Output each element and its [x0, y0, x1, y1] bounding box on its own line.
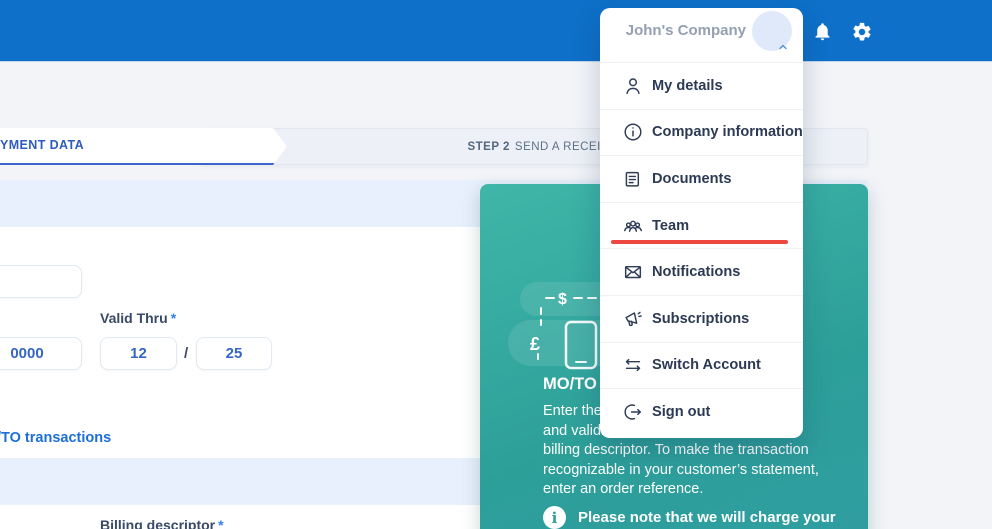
valid-thru-month-input[interactable]: 12 [100, 337, 177, 370]
dollar-symbol: $ [558, 291, 567, 308]
bell-icon[interactable] [812, 21, 833, 42]
documents-icon [622, 168, 644, 190]
billing-descriptor-label: Billing descriptor* [100, 517, 224, 529]
valid-thru-year-input[interactable]: 25 [196, 337, 272, 370]
team-icon [622, 215, 644, 237]
team-underline-annotation [611, 240, 788, 244]
person-icon [622, 75, 644, 97]
switch-arrows-icon [622, 354, 644, 376]
menu-item-my-details[interactable]: My details [600, 63, 803, 110]
header-bar [0, 0, 992, 61]
menu-item-switch-account[interactable]: Switch Account [600, 343, 803, 390]
valid-thru-label: Valid Thru* [100, 310, 176, 326]
sign-out-icon [622, 401, 644, 423]
megaphone-icon [622, 308, 644, 330]
account-menu-list: My details Company information Documents [600, 62, 803, 438]
app-viewport: STEP 2 SEND A RECEIPT YMENT DATA Valid T… [0, 0, 992, 529]
moto-transactions-link[interactable]: /TO transactions [0, 430, 111, 446]
info-icon: i [543, 506, 566, 529]
envelope-icon [622, 261, 644, 283]
menu-item-company-information[interactable]: Company information [600, 110, 803, 157]
menu-item-team[interactable]: Team [600, 203, 803, 250]
chevron-up-icon [776, 41, 790, 53]
account-dropdown: John's Company My details Company inform… [600, 8, 803, 438]
menu-item-sign-out[interactable]: Sign out [600, 389, 803, 436]
gear-icon[interactable] [851, 21, 873, 43]
card-digits-input[interactable]: 0000 [0, 337, 82, 370]
step-tab-payment-data[interactable]: YMENT DATA [0, 128, 287, 165]
pound-symbol: £ [530, 334, 540, 354]
menu-item-subscriptions[interactable]: Subscriptions [600, 296, 803, 343]
card-digits-empty-input[interactable] [0, 265, 82, 298]
account-dropdown-header: John's Company [600, 8, 803, 62]
info-icon [622, 121, 644, 143]
menu-item-documents[interactable]: Documents [600, 156, 803, 203]
promo-note-text: Please note that we will charge your [578, 506, 836, 529]
company-name: John's Company [626, 8, 746, 54]
promo-note: i Please note that we will charge your [543, 506, 836, 529]
menu-item-notifications[interactable]: Notifications [600, 249, 803, 296]
date-separator: / [184, 345, 188, 362]
